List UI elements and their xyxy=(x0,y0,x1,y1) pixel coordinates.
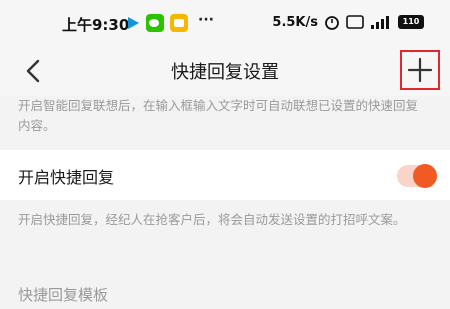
status-indicators: 5.5K/s 110 xyxy=(272,14,424,30)
nav-bar: 快捷回复设置 xyxy=(0,44,450,96)
quick-reply-row: 开启快捷回复 xyxy=(0,150,450,200)
alarm-icon xyxy=(325,16,339,30)
battery-icon: 110 xyxy=(398,15,424,29)
app-icon xyxy=(170,14,188,32)
wechat-icon xyxy=(146,14,164,32)
quick-reply-label: 开启快捷回复 xyxy=(18,168,115,187)
network-speed: 5.5K/s xyxy=(272,14,318,30)
association-description: 开启智能回复联想后，在输入框输入文字时可自动联想已设置的快速回复内容。 xyxy=(18,98,419,133)
quick-reply-description: 开启快捷回复，经纪人在抢客户后，将会自动发送设置的打招呼文案。 xyxy=(18,212,406,227)
template-section-header: 快捷回复模板 xyxy=(18,286,109,304)
status-bar: 上午9:30 ··· 5.5K/s 110 xyxy=(0,0,450,44)
quick-reply-toggle[interactable] xyxy=(397,164,437,188)
signal-icon xyxy=(371,16,389,29)
status-time: 上午9:30 xyxy=(62,16,130,34)
nfc-icon xyxy=(346,15,364,29)
add-button[interactable] xyxy=(400,50,440,90)
more-icon: ··· xyxy=(198,12,214,28)
play-icon xyxy=(128,17,139,29)
page-title: 快捷回复设置 xyxy=(171,62,279,83)
plus-icon xyxy=(407,57,433,83)
toggle-knob xyxy=(413,164,437,188)
